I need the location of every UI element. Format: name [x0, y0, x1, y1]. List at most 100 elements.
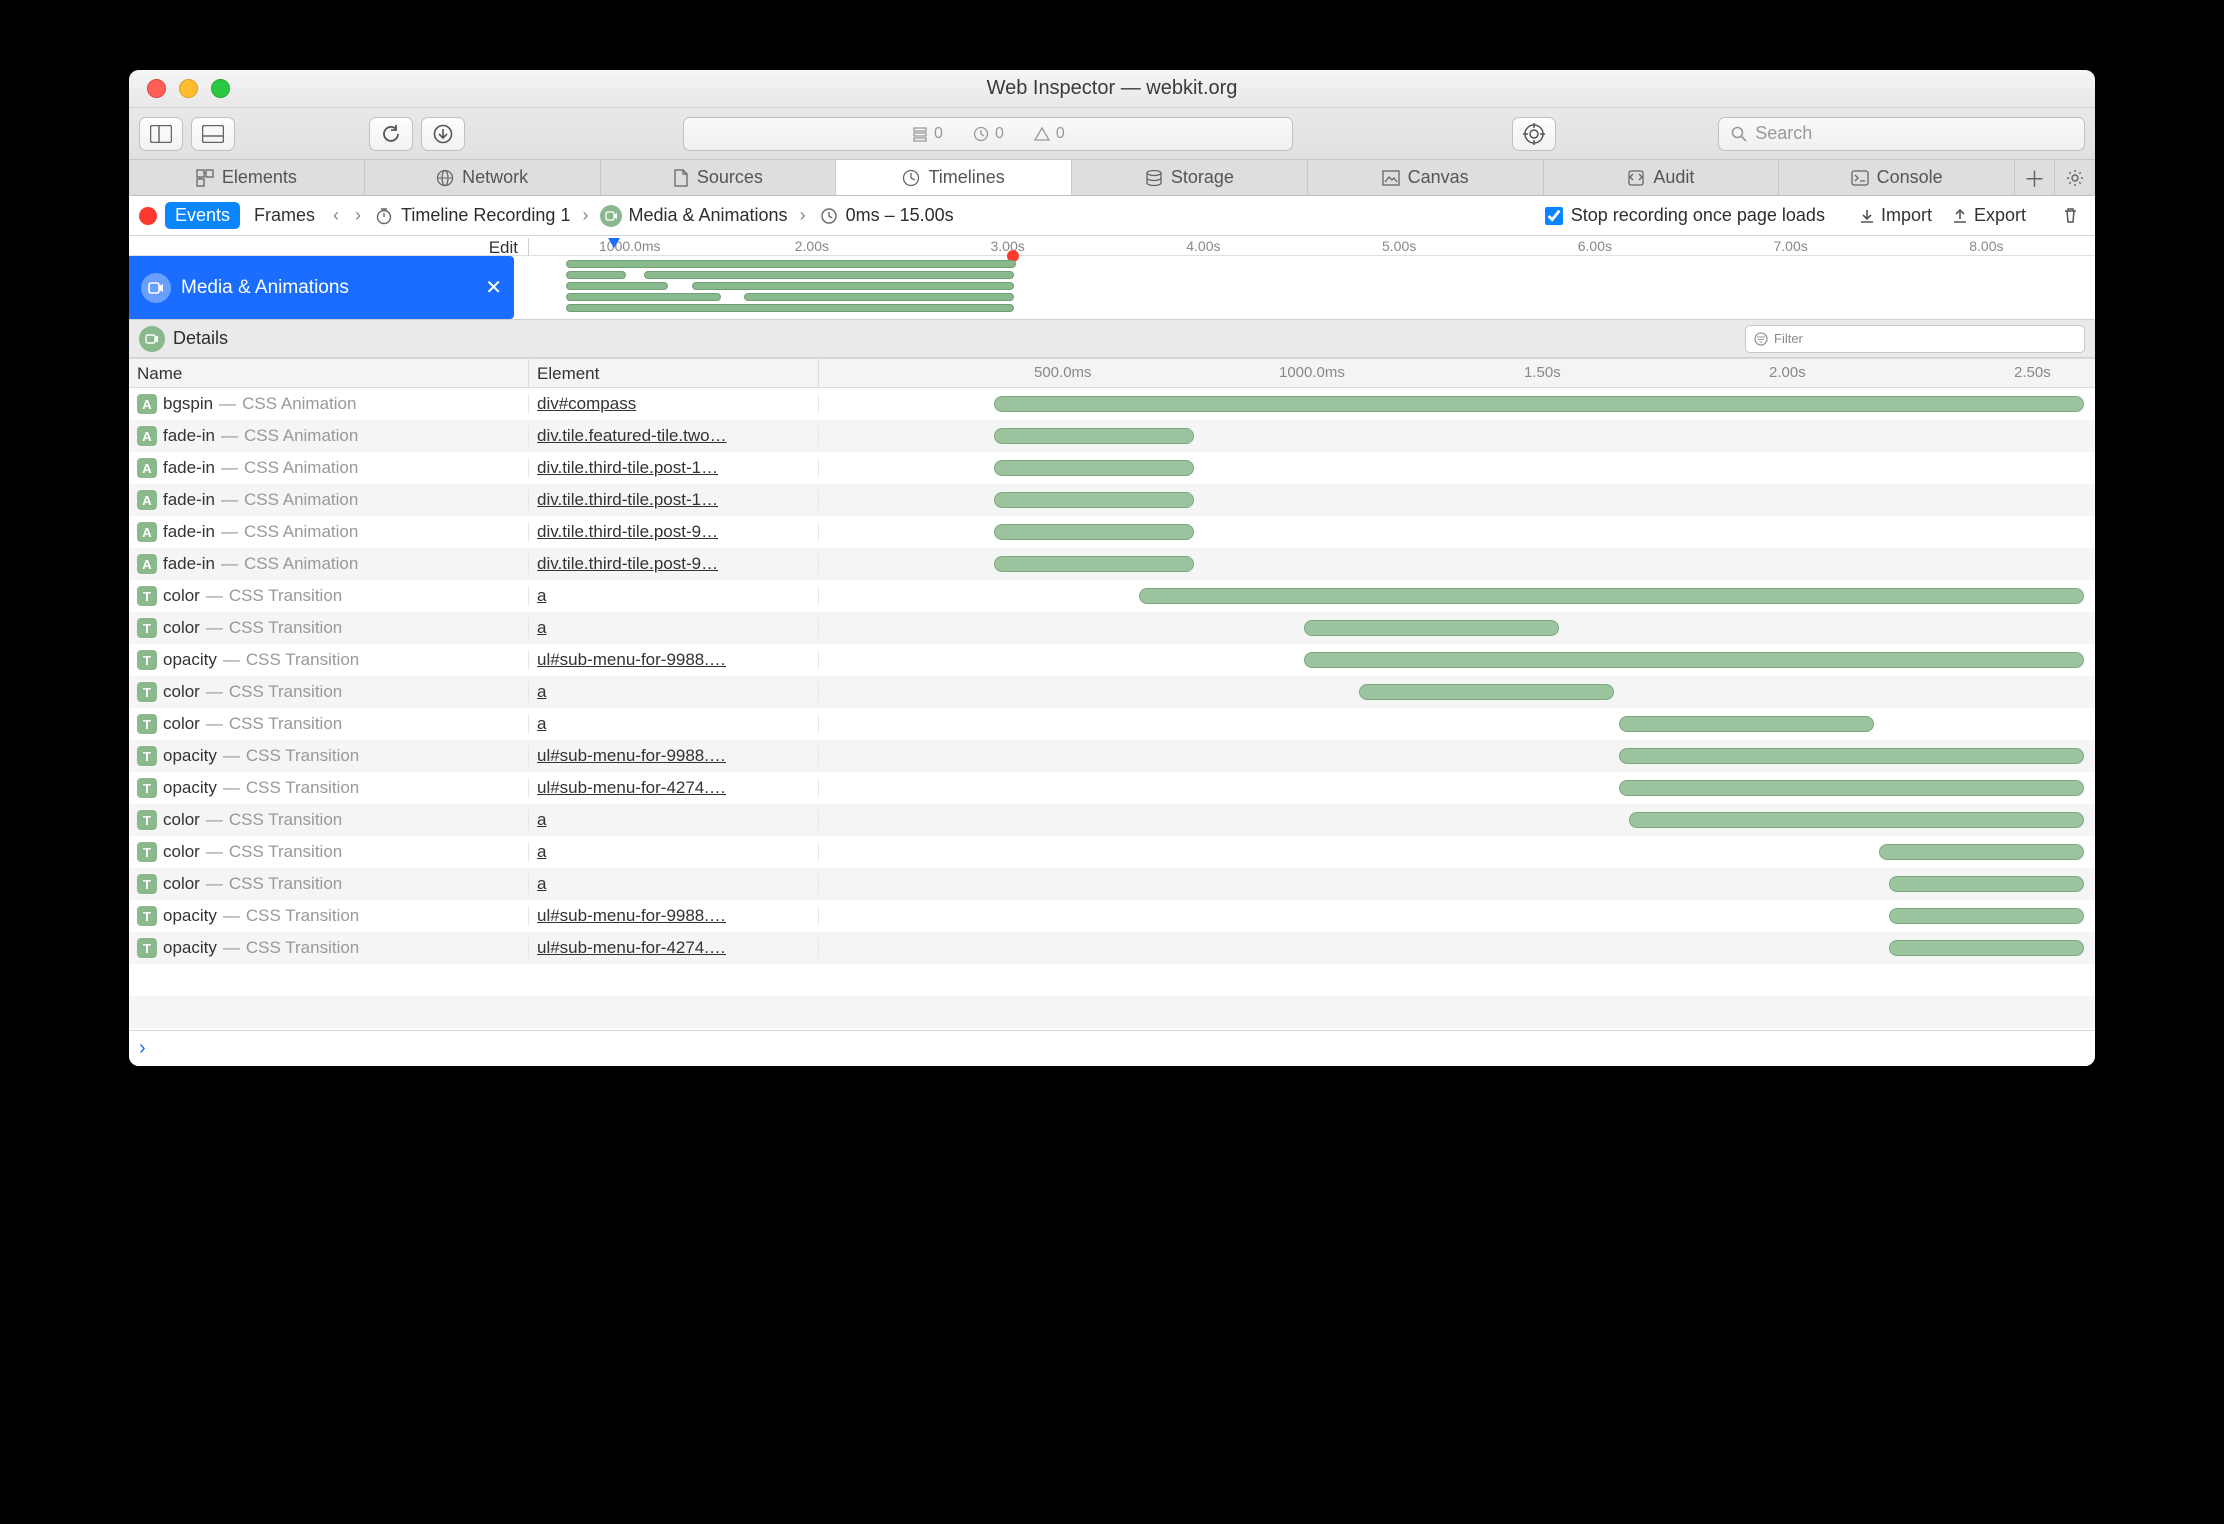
tab-console[interactable]: Console: [1779, 160, 2015, 195]
table-row[interactable]: Topacity — CSS Transitionul#sub-menu-for…: [129, 740, 2095, 772]
tab-timelines[interactable]: Timelines: [836, 160, 1072, 195]
filter-field[interactable]: Filter: [1745, 325, 2085, 353]
row-type: CSS Animation: [244, 426, 358, 446]
toolbar: 0 0 0 Search: [129, 108, 2095, 160]
tab-elements[interactable]: Elements: [129, 160, 365, 195]
cell-element[interactable]: ul#sub-menu-for-9988.…: [529, 746, 819, 766]
table-row[interactable]: Afade-in — CSS Animationdiv.tile.third-t…: [129, 548, 2095, 580]
type-badge-icon: T: [137, 810, 157, 830]
breadcrumb-time[interactable]: 0ms – 15.00s: [818, 205, 954, 227]
cell-timeline: [819, 548, 2095, 580]
cell-element[interactable]: ul#sub-menu-for-9988.…: [529, 650, 819, 670]
table-row[interactable]: Topacity — CSS Transitionul#sub-menu-for…: [129, 644, 2095, 676]
elements-tab-icon: [196, 169, 214, 187]
nav-back-button[interactable]: ‹: [329, 205, 343, 226]
new-tab-button[interactable]: ＋: [2015, 160, 2055, 195]
record-button[interactable]: [139, 207, 157, 225]
search-field[interactable]: Search: [1718, 117, 2085, 151]
cell-element[interactable]: ul#sub-menu-for-4274.…: [529, 938, 819, 958]
table-row[interactable]: Tcolor — CSS Transitiona: [129, 804, 2095, 836]
clear-button[interactable]: [2056, 207, 2085, 224]
tab-storage[interactable]: Storage: [1072, 160, 1308, 195]
cell-element[interactable]: div.tile.third-tile.post-1…: [529, 490, 819, 510]
row-type: CSS Transition: [229, 618, 342, 638]
table-row[interactable]: Tcolor — CSS Transitiona: [129, 708, 2095, 740]
cell-element[interactable]: a: [529, 842, 819, 862]
overview-track-header[interactable]: Media & Animations ✕: [129, 256, 514, 319]
console-drawer[interactable]: ›: [129, 1030, 2095, 1066]
breadcrumb-media[interactable]: Media & Animations: [600, 205, 787, 227]
table-row[interactable]: Topacity — CSS Transitionul#sub-menu-for…: [129, 772, 2095, 804]
download-button[interactable]: [421, 117, 465, 151]
cell-element[interactable]: div#compass: [529, 394, 819, 414]
table-row[interactable]: Tcolor — CSS Transitiona: [129, 580, 2095, 612]
breadcrumb-recording[interactable]: Timeline Recording 1: [373, 205, 570, 227]
dock-bottom-button[interactable]: [191, 117, 235, 151]
row-dash: —: [206, 586, 223, 606]
cell-element[interactable]: div.tile.third-tile.post-1…: [529, 458, 819, 478]
timeline-bar: [1619, 780, 2084, 796]
overview-track-close-icon[interactable]: ✕: [485, 275, 502, 300]
cell-element[interactable]: a: [529, 874, 819, 894]
cell-name: Tcolor — CSS Transition: [129, 874, 529, 894]
overview-graph[interactable]: [514, 256, 2095, 319]
table-row[interactable]: Tcolor — CSS Transitiona: [129, 836, 2095, 868]
table-row[interactable]: Topacity — CSS Transitionul#sub-menu-for…: [129, 900, 2095, 932]
tab-audit[interactable]: Audit: [1544, 160, 1780, 195]
cell-element[interactable]: div.tile.third-tile.post-9…: [529, 554, 819, 574]
row-name: color: [163, 586, 200, 606]
cell-name: Afade-in — CSS Animation: [129, 554, 529, 574]
table-row[interactable]: Afade-in — CSS Animationdiv.tile.third-t…: [129, 484, 2095, 516]
close-window-button[interactable]: [147, 79, 166, 98]
view-mode-events[interactable]: Events: [165, 202, 240, 229]
cell-timeline: [819, 612, 2095, 644]
row-dash: —: [206, 842, 223, 862]
cell-element[interactable]: a: [529, 810, 819, 830]
cell-element[interactable]: a: [529, 714, 819, 734]
tab-sources[interactable]: Sources: [601, 160, 837, 195]
import-icon: [1859, 208, 1875, 224]
reload-button[interactable]: [369, 117, 413, 151]
cell-timeline: [819, 772, 2095, 804]
cell-element[interactable]: div.tile.featured-tile.two…: [529, 426, 819, 446]
view-mode-frames[interactable]: Frames: [248, 202, 321, 229]
table-row[interactable]: Abgspin — CSS Animationdiv#compass: [129, 388, 2095, 420]
settings-button[interactable]: [2055, 160, 2095, 195]
export-button[interactable]: Export: [1946, 205, 2032, 226]
col-name[interactable]: Name: [129, 359, 529, 387]
import-button[interactable]: Import: [1853, 205, 1938, 226]
row-dash: —: [223, 650, 240, 670]
cell-element[interactable]: a: [529, 618, 819, 638]
table-row[interactable]: Afade-in — CSS Animationdiv.tile.feature…: [129, 420, 2095, 452]
edit-button[interactable]: Edit: [129, 238, 529, 256]
table-row[interactable]: Afade-in — CSS Animationdiv.tile.third-t…: [129, 452, 2095, 484]
tab-canvas[interactable]: Canvas: [1308, 160, 1544, 195]
cell-element[interactable]: ul#sub-menu-for-4274.…: [529, 778, 819, 798]
stop-on-load-checkbox[interactable]: [1545, 207, 1563, 225]
col-element[interactable]: Element: [529, 359, 819, 387]
timeline-bar: [1889, 876, 2084, 892]
table-row[interactable]: Tcolor — CSS Transitiona: [129, 676, 2095, 708]
inspect-element-button[interactable]: [1512, 117, 1556, 151]
dock-side-button[interactable]: [139, 117, 183, 151]
col-timeline-ruler[interactable]: 500.0ms1000.0ms1.50s2.00s2.50s: [819, 359, 2095, 387]
cell-element[interactable]: a: [529, 682, 819, 702]
overview-ruler[interactable]: Edit 1000.0ms2.00s3.00s4.00s5.00s6.00s7.…: [129, 236, 2095, 256]
table-row[interactable]: Tcolor — CSS Transitiona: [129, 868, 2095, 900]
zoom-window-button[interactable]: [211, 79, 230, 98]
nav-forward-button[interactable]: ›: [351, 205, 365, 226]
cell-name: Tcolor — CSS Transition: [129, 842, 529, 862]
minimize-window-button[interactable]: [179, 79, 198, 98]
playhead-marker[interactable]: [608, 238, 620, 248]
cell-element[interactable]: a: [529, 586, 819, 606]
timeline-bar: [1879, 844, 2084, 860]
timeline-bar: [1139, 588, 2084, 604]
timeline-tick: 1000.0ms: [1279, 364, 1345, 381]
cell-name: Topacity — CSS Transition: [129, 906, 529, 926]
cell-element[interactable]: ul#sub-menu-for-9988.…: [529, 906, 819, 926]
table-row[interactable]: Topacity — CSS Transitionul#sub-menu-for…: [129, 932, 2095, 964]
table-row[interactable]: Tcolor — CSS Transitiona: [129, 612, 2095, 644]
table-row[interactable]: Afade-in — CSS Animationdiv.tile.third-t…: [129, 516, 2095, 548]
tab-network[interactable]: Network: [365, 160, 601, 195]
cell-element[interactable]: div.tile.third-tile.post-9…: [529, 522, 819, 542]
